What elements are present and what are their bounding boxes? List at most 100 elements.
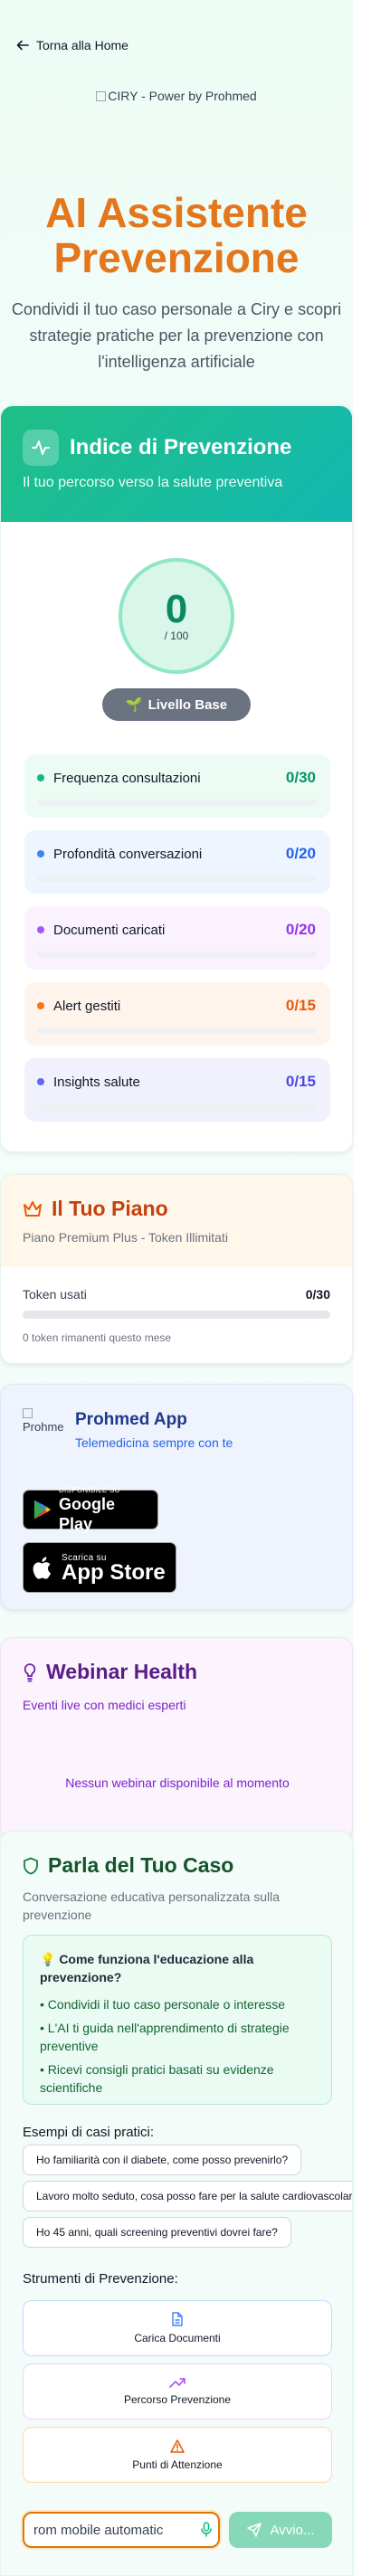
chat-subtitle: Conversazione educativa personalizzata s… bbox=[23, 1889, 281, 1922]
metric-label: Insights salute bbox=[53, 1074, 140, 1090]
prevention-index-subtitle: Il tuo percorso verso la salute preventi… bbox=[23, 475, 283, 490]
send-button[interactable]: Avvio... bbox=[229, 2512, 332, 2548]
chat-title: Parla del Tuo Caso bbox=[48, 1853, 234, 1877]
app-tagline: Telemedicina sempre con te bbox=[75, 1435, 233, 1450]
how-it-works-title: 💡 Come funziona l'educazione alla preven… bbox=[40, 1952, 254, 1984]
tokens-progress-bar bbox=[23, 1311, 330, 1319]
metric-row: Profondità conversazioni 0/20 bbox=[24, 830, 330, 894]
examples-label: Esempi di casi pratici: bbox=[23, 2125, 155, 2140]
metric-label: Profondità conversazioni bbox=[53, 846, 203, 862]
metric-label: Frequenza consultazioni bbox=[53, 770, 201, 786]
attention-points-button[interactable]: Punti di Attenzione bbox=[23, 2427, 332, 2483]
chat-input-value: rom mobile automatic bbox=[33, 2522, 164, 2538]
send-label: Avvio... bbox=[270, 2522, 315, 2538]
app-name: Prohmed App bbox=[75, 1410, 187, 1429]
app-store-big: App Store bbox=[62, 1559, 166, 1585]
metric-progress-bar bbox=[37, 1028, 316, 1034]
metric-dot bbox=[37, 774, 44, 781]
example-prompt-button[interactable]: Ho familiarità con il diabete, come poss… bbox=[23, 2145, 302, 2175]
activity-icon bbox=[23, 430, 59, 466]
file-icon bbox=[172, 2312, 183, 2326]
google-play-small: DISPONIBILE SU bbox=[58, 1485, 120, 1494]
lightbulb-icon bbox=[24, 1662, 36, 1681]
metric-value: 0/20 bbox=[285, 845, 316, 862]
plan-header: Il Tuo Piano Piano Premium Plus - Token … bbox=[1, 1175, 352, 1267]
metric-label: Alert gestiti bbox=[53, 998, 121, 1014]
prevention-index-header: Indice di Prevenzione Il tuo percorso ve… bbox=[1, 406, 352, 522]
trending-up-icon bbox=[169, 2378, 185, 2388]
prevention-index-title: Indice di Prevenzione bbox=[70, 435, 292, 459]
how-it-works-box: 💡 Come funziona l'educazione alla preven… bbox=[23, 1935, 332, 2105]
page: Torna alla Home CIRY - Power by Prohmed … bbox=[0, 0, 353, 2576]
broken-image-icon bbox=[23, 1408, 33, 1418]
level-badge: 🌱 Livello Base bbox=[102, 688, 251, 721]
prevention-index-card: Indice di Prevenzione Il tuo percorso ve… bbox=[0, 405, 353, 1152]
webinar-empty-state: Nessun webinar disponibile al momento bbox=[65, 1776, 290, 1790]
metric-progress-bar bbox=[37, 876, 316, 882]
tool-label: Percorso Prevenzione bbox=[123, 2393, 232, 2406]
score-ring: 0 / 100 bbox=[119, 558, 234, 674]
ciry-logo: CIRY - Power by Prohmed bbox=[0, 89, 353, 103]
webinar-title: Webinar Health bbox=[46, 1660, 197, 1683]
metric-value: 0/15 bbox=[285, 997, 316, 1014]
page-subtitle: Condividi il tuo caso personale a Ciry e… bbox=[11, 300, 342, 371]
crown-icon bbox=[24, 1200, 42, 1217]
metric-value: 0/15 bbox=[285, 1073, 316, 1090]
page-title: AI Assistente Prevenzione bbox=[45, 189, 308, 281]
tools-label: Strumenti di Prevenzione: bbox=[23, 2271, 178, 2287]
tool-label: Carica Documenti bbox=[134, 2332, 221, 2344]
back-link[interactable]: Torna alla Home bbox=[16, 38, 128, 52]
tool-label: Punti di Attenzione bbox=[132, 2458, 223, 2471]
plan-subtitle: Piano Premium Plus - Token Illimitati bbox=[23, 1230, 228, 1245]
metric-row: Alert gestiti 0/15 bbox=[24, 982, 330, 1046]
metric-dot bbox=[37, 850, 44, 857]
metric-label: Documenti caricati bbox=[53, 922, 166, 938]
prevention-path-button[interactable]: Percorso Prevenzione bbox=[23, 2363, 332, 2420]
tokens-label: Token usati bbox=[23, 1287, 87, 1302]
webinar-card: Webinar Health Eventi live con medici es… bbox=[0, 1637, 353, 1840]
google-play-big: Google Play bbox=[58, 1494, 115, 1533]
microphone-icon[interactable] bbox=[200, 2522, 213, 2538]
score-max: / 100 bbox=[164, 630, 189, 642]
how-it-works-item: • Ricevi consigli pratici basati su evid… bbox=[40, 2062, 274, 2095]
metric-row: Insights salute 0/15 bbox=[24, 1058, 330, 1122]
webinar-subtitle: Eventi live con medici esperti bbox=[23, 1698, 186, 1712]
shield-icon bbox=[24, 1857, 38, 1874]
example-prompt-button[interactable]: Ho 45 anni, quali screening preventivi d… bbox=[23, 2217, 291, 2248]
metric-dot bbox=[37, 926, 44, 933]
google-play-icon bbox=[33, 1500, 52, 1520]
metric-progress-bar bbox=[37, 952, 316, 958]
how-it-works-item: • Condividi il tuo caso personale o inte… bbox=[40, 1997, 286, 2012]
how-it-works-item: • L'AI ti guida nell'apprendimento di st… bbox=[40, 2021, 290, 2053]
warning-icon bbox=[170, 2439, 185, 2453]
logo-alt-text: CIRY - Power by Prohmed bbox=[108, 89, 257, 103]
plan-title: Il Tuo Piano bbox=[52, 1197, 168, 1220]
prohmed-app-card: Prohmed Prohmed App Telemedicina sempre … bbox=[0, 1384, 353, 1610]
score-value: 0 bbox=[165, 587, 188, 631]
arrow-left-icon bbox=[16, 40, 29, 51]
plan-card: Il Tuo Piano Piano Premium Plus - Token … bbox=[0, 1174, 353, 1364]
metric-dot bbox=[37, 1078, 44, 1085]
google-play-button[interactable]: DISPONIBILE SU Google Play bbox=[23, 1486, 158, 1533]
metric-dot bbox=[37, 1002, 44, 1009]
back-label: Torna alla Home bbox=[36, 38, 128, 52]
metric-row: Documenti caricati 0/20 bbox=[24, 906, 330, 970]
metric-row: Frequenza consultazioni 0/30 bbox=[24, 754, 330, 818]
upload-documents-button[interactable]: Carica Documenti bbox=[23, 2300, 332, 2356]
app-store-button[interactable]: Scarica su App Store bbox=[23, 1542, 176, 1593]
how-it-works-list: • Condividi il tuo caso personale o inte… bbox=[40, 1995, 315, 2097]
example-prompt-button[interactable]: Lavoro molto seduto, cosa posso fare per… bbox=[23, 2181, 352, 2211]
send-icon bbox=[246, 2523, 262, 2537]
apple-icon bbox=[33, 1557, 52, 1579]
broken-image-icon bbox=[96, 91, 107, 101]
metric-progress-bar bbox=[37, 800, 316, 806]
metric-value: 0/20 bbox=[285, 921, 316, 938]
sprout-icon: 🌱 bbox=[125, 697, 143, 713]
level-label: Livello Base bbox=[147, 696, 228, 713]
prohmed-logo: Prohmed bbox=[23, 1406, 64, 1448]
chat-card: Parla del Tuo Caso Conversazione educati… bbox=[0, 1831, 353, 2576]
tokens-value: 0/30 bbox=[305, 1287, 330, 1302]
tokens-note: 0 token rimanenti questo mese bbox=[23, 1331, 172, 1344]
chat-input[interactable]: rom mobile automatic bbox=[23, 2512, 220, 2548]
metric-progress-bar bbox=[37, 1103, 316, 1110]
